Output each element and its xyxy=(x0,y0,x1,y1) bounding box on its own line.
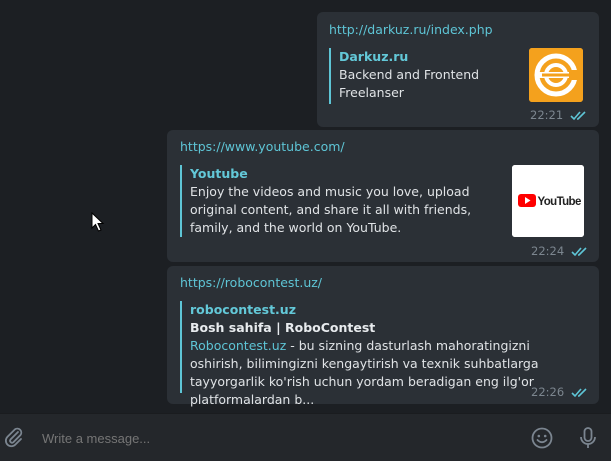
preview-description-link[interactable]: Robocontest.uz xyxy=(190,338,286,353)
chat-history[interactable]: http://darkuz.ru/index.php Darkuz.ru Bac… xyxy=(0,0,611,413)
link-preview[interactable]: robocontest.uz Bosh sahifa | RoboContest… xyxy=(180,301,580,407)
message-input[interactable] xyxy=(40,428,514,450)
paperclip-icon[interactable] xyxy=(2,425,26,449)
emoji-icon[interactable] xyxy=(530,426,554,450)
read-checkmarks-icon xyxy=(570,111,586,121)
preview-thumbnail[interactable] xyxy=(529,48,583,102)
message-bubble[interactable]: https://www.youtube.com/ Youtube Enjoy t… xyxy=(167,130,599,262)
message-link[interactable]: https://robocontest.uz/ xyxy=(180,275,322,290)
preview-description: Backend and Frontend Freelanser xyxy=(339,67,480,100)
preview-title: Bosh sahifa | RoboContest xyxy=(190,320,376,335)
preview-site-name: Youtube xyxy=(190,166,248,181)
mouse-cursor-icon xyxy=(91,212,105,232)
svg-text:YouTube: YouTube xyxy=(538,196,581,208)
message-bubble[interactable]: http://darkuz.ru/index.php Darkuz.ru Bac… xyxy=(317,12,599,127)
message-link[interactable]: http://darkuz.ru/index.php xyxy=(329,22,493,37)
preview-description: Robocontest.uz - bu sizning dasturlash m… xyxy=(190,337,580,409)
darkuz-logo-icon xyxy=(529,48,583,102)
read-checkmarks-icon xyxy=(571,247,587,257)
message-composer xyxy=(0,413,611,461)
youtube-logo-icon: YouTube xyxy=(512,165,584,237)
microphone-icon[interactable] xyxy=(576,425,600,451)
message-bubble[interactable]: https://robocontest.uz/ robocontest.uz B… xyxy=(167,266,599,407)
link-preview[interactable]: Youtube Enjoy the videos and music you l… xyxy=(180,165,498,237)
read-checkmarks-icon xyxy=(571,388,587,398)
message-time: 22:24 xyxy=(531,244,565,258)
link-preview[interactable]: Darkuz.ru Backend and Frontend Freelanse… xyxy=(329,48,515,104)
message-time: 22:26 xyxy=(531,385,565,399)
preview-thumbnail[interactable]: YouTube xyxy=(512,165,584,237)
preview-site-name: robocontest.uz xyxy=(190,302,296,317)
preview-site-name: Darkuz.ru xyxy=(339,49,409,64)
message-time: 22:21 xyxy=(530,108,564,122)
preview-description: Enjoy the videos and music you love, upl… xyxy=(190,184,472,235)
message-link[interactable]: https://www.youtube.com/ xyxy=(180,139,345,154)
